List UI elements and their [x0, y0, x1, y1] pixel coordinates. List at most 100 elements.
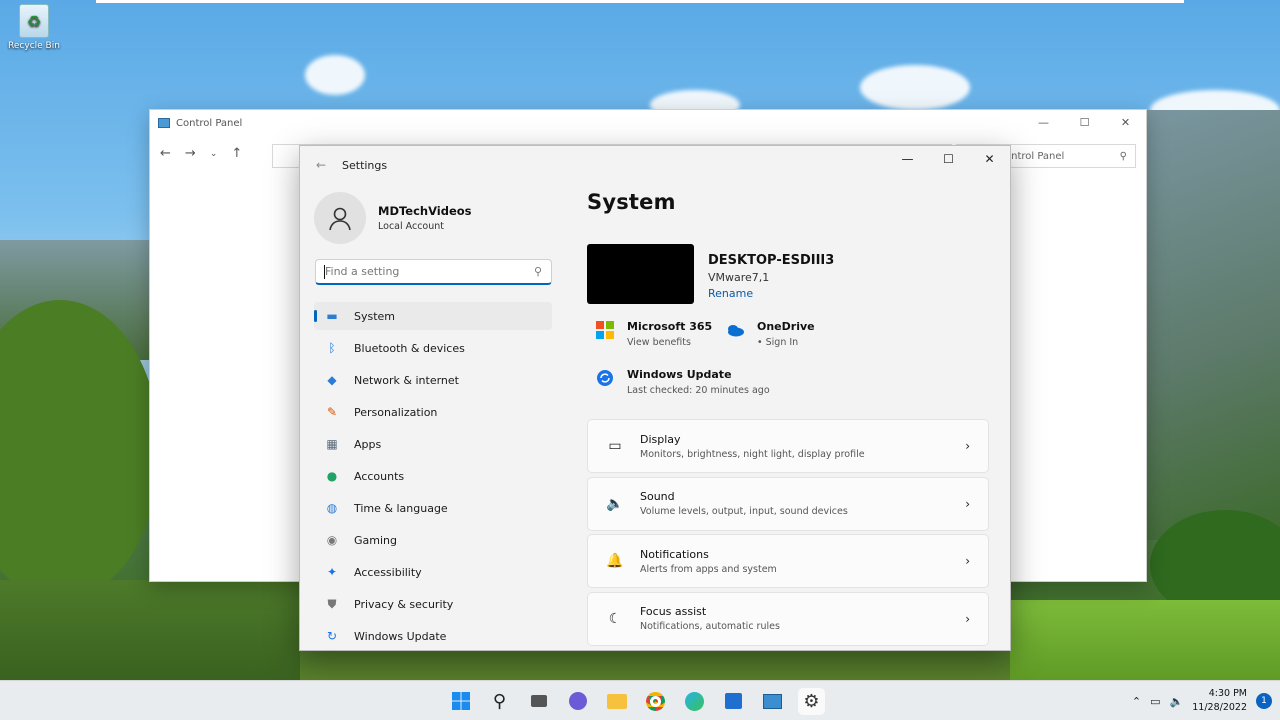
- sidebar-item-label: Personalization: [354, 405, 438, 419]
- monitor-icon: ▭: [608, 438, 622, 454]
- globe-icon: ◍: [326, 501, 338, 515]
- sidebar-item-bluetooth-devices[interactable]: ᛒ Bluetooth & devices: [314, 334, 552, 362]
- account-type: Local Account: [378, 221, 444, 232]
- page-title: System: [587, 190, 676, 214]
- chevron-down-icon[interactable]: ⌄: [210, 149, 218, 159]
- forward-arrow-icon[interactable]: →: [185, 146, 196, 161]
- user-profile[interactable]: MDTechVideos Local Account: [314, 192, 472, 244]
- sidebar-item-personalization[interactable]: ✎ Personalization: [314, 398, 552, 426]
- close-button[interactable]: ✕: [969, 146, 1010, 172]
- cloud: [305, 55, 365, 95]
- card-subtitle: Monitors, brightness, night light, displ…: [640, 448, 865, 460]
- moon-icon: ☾: [608, 610, 622, 627]
- sidebar-item-accessibility[interactable]: ✦ Accessibility: [314, 558, 552, 586]
- time-text: 4:30 PM: [1208, 688, 1247, 699]
- chevron-right-icon: ›: [965, 554, 970, 568]
- volume-icon[interactable]: 🔈: [1170, 695, 1184, 708]
- back-arrow-icon[interactable]: ←: [160, 146, 171, 161]
- device-model: VMware7,1: [708, 271, 770, 284]
- search-icon: ⚲: [533, 265, 542, 278]
- maximize-button[interactable]: ☐: [1064, 110, 1105, 134]
- control-panel-icon: [158, 118, 170, 128]
- sidebar-item-network-internet[interactable]: ◆ Network & internet: [314, 366, 552, 394]
- bell-icon: 🔔: [606, 553, 624, 569]
- garden: [0, 580, 300, 680]
- settings-title: Settings: [342, 158, 388, 172]
- up-arrow-icon[interactable]: ↑: [231, 146, 242, 161]
- shield-icon: ⛊: [327, 596, 337, 611]
- card-sound[interactable]: 🔈 Sound Volume levels, output, input, soun…: [587, 476, 989, 531]
- minimize-button[interactable]: —: [887, 146, 928, 172]
- system-icon: ▬: [326, 309, 338, 323]
- network-icon[interactable]: ▭: [1150, 695, 1160, 708]
- sidebar-item-privacy-security[interactable]: ⛊ Privacy & security: [314, 590, 552, 618]
- cloud-icon: [725, 320, 745, 340]
- sidebar-item-label: Bluetooth & devices: [354, 341, 465, 355]
- start-icon[interactable]: [447, 688, 474, 715]
- chevron-right-icon: ›: [965, 496, 970, 511]
- maximize-button[interactable]: ☐: [928, 146, 969, 172]
- date-text: 11/28/2022: [1192, 702, 1247, 713]
- onedrive-tile[interactable]: OneDrive • Sign In: [725, 320, 815, 348]
- clock[interactable]: 4:30 PM 11/28/2022: [1192, 687, 1247, 715]
- windows-update-tile[interactable]: Windows Update Last checked: 20 minutes …: [595, 368, 770, 396]
- device-name: DESKTOP-ESDIII3: [708, 253, 835, 268]
- m365-title: Microsoft 365: [627, 320, 713, 333]
- sidebar-item-label: Accounts: [354, 469, 405, 483]
- chat-icon[interactable]: [564, 688, 591, 715]
- chrome-icon[interactable]: [642, 688, 669, 715]
- onedrive-sub: • Sign In: [757, 337, 799, 348]
- minimize-button[interactable]: —: [1023, 110, 1064, 134]
- card-focus-assist[interactable]: ☾ Focus assist Notifications, automatic ru…: [587, 591, 989, 646]
- controller-icon: ◉: [326, 533, 338, 547]
- sidebar-item-time-language[interactable]: ◍ Time & language: [314, 494, 552, 522]
- top-strip: [96, 0, 1184, 3]
- device-image: [587, 244, 694, 304]
- sidebar-item-apps[interactable]: ▦ Apps: [314, 430, 552, 458]
- card-subtitle: Volume levels, output, input, sound devi…: [640, 506, 848, 517]
- card-title: Notifications: [640, 547, 709, 561]
- card-title: Sound: [640, 490, 675, 503]
- find-setting-input[interactable]: Find a setting ⚲: [315, 259, 552, 285]
- chevron-up-icon[interactable]: ⌃: [1132, 695, 1141, 708]
- sidebar-item-system[interactable]: ▬ System: [314, 302, 552, 330]
- sidebar-item-label: Network & internet: [354, 373, 459, 387]
- back-arrow-icon[interactable]: ←: [300, 158, 342, 172]
- card-display[interactable]: ▭ Display Monitors, brightness, night ligh…: [587, 419, 989, 473]
- search-icon[interactable]: ⚲: [486, 688, 513, 715]
- text-caret: [324, 265, 325, 279]
- m365-sub: View benefits: [627, 337, 691, 348]
- recycle-bin-desktop-icon[interactable]: ♻ Recycle Bin: [4, 4, 64, 51]
- close-button[interactable]: ✕: [1105, 110, 1146, 134]
- notification-badge[interactable]: 1: [1256, 693, 1272, 709]
- card-title: Display: [640, 432, 681, 446]
- sidebar-item-accounts[interactable]: ● Accounts: [314, 462, 552, 490]
- settings-gear-icon[interactable]: ⚙: [798, 687, 825, 715]
- control-panel-titlebar[interactable]: Control Panel: [150, 110, 1146, 136]
- settings-nav: ▬ System ᛒ Bluetooth & devices ◆ Network & in…: [314, 302, 552, 650]
- onedrive-title: OneDrive: [757, 320, 815, 333]
- control-panel-taskbar-icon[interactable]: [759, 688, 786, 715]
- microsoft-365-tile[interactable]: Microsoft 365 View benefits: [595, 320, 712, 348]
- chevron-right-icon: ›: [965, 439, 970, 453]
- person-icon: [329, 207, 351, 231]
- brush-icon: ✎: [326, 405, 338, 419]
- sidebar-item-gaming[interactable]: ◉ Gaming: [314, 526, 552, 554]
- cloud: [860, 65, 970, 110]
- update-icon: ↻: [326, 629, 338, 643]
- sidebar-item-label: Time & language: [354, 501, 448, 515]
- rename-link[interactable]: Rename: [708, 287, 834, 300]
- store-icon[interactable]: [720, 688, 747, 715]
- sidebar-item-windows-update[interactable]: ↻ Windows Update: [314, 622, 552, 650]
- accessibility-icon: ✦: [326, 565, 338, 579]
- recycle-bin-icon: ♻: [19, 4, 49, 38]
- edge-icon[interactable]: [681, 688, 708, 715]
- settings-window[interactable]: ← Settings — ☐ ✕ MDTechVideos Local Acco…: [299, 145, 1011, 651]
- sidebar-item-label: Accessibility: [354, 565, 422, 579]
- update-sub: Last checked: 20 minutes ago: [627, 385, 770, 396]
- task-view-icon[interactable]: [525, 688, 552, 715]
- card-notifications[interactable]: 🔔 Notifications Alerts from apps and syste…: [587, 534, 989, 588]
- user-name: MDTechVideos: [378, 204, 472, 218]
- file-explorer-icon[interactable]: [603, 688, 630, 715]
- sidebar-item-label: Privacy & security: [354, 597, 454, 611]
